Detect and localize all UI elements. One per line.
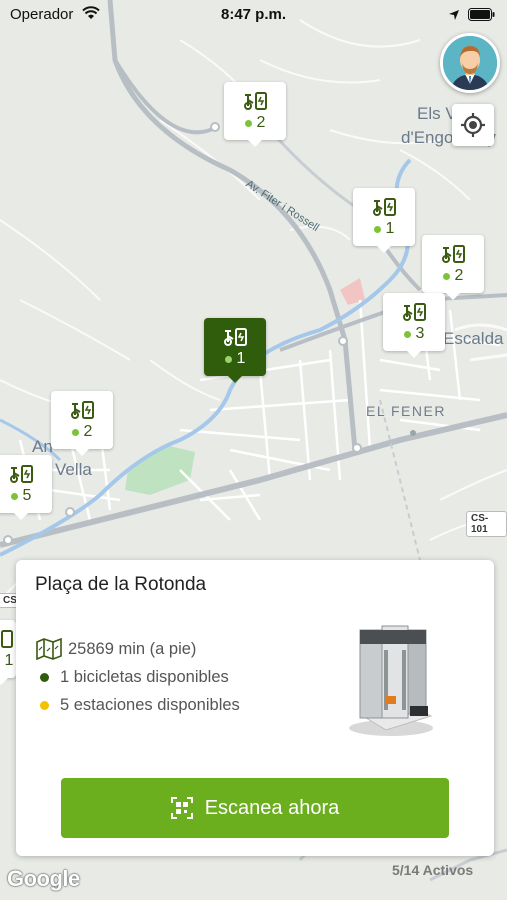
bike-station-icon	[10, 465, 33, 483]
road-shield-cs101: CS-101	[466, 511, 507, 537]
stations-status-dot	[40, 701, 49, 710]
bikes-status-dot	[40, 673, 49, 682]
marker-count: 3	[415, 325, 425, 342]
bikes-available-text: 1 bicicletas disponibles	[60, 668, 229, 686]
map-label-els-valls: Els V	[417, 104, 457, 123]
station-marker[interactable]: 1	[0, 620, 16, 685]
distance-row: 25869 min (a pie)	[36, 638, 197, 660]
status-time: 8:47 p.m.	[220, 6, 287, 23]
marker-count: 2	[83, 423, 93, 440]
distance-text: 25869 min (a pie)	[68, 639, 197, 658]
google-logo: Google	[7, 866, 80, 891]
active-count: 5/14 Activos	[392, 862, 474, 878]
location-arrow-icon	[449, 9, 459, 20]
bike-station-icon	[224, 328, 247, 346]
station-marker[interactable]: 5	[0, 455, 52, 520]
stations-row: 5 estaciones disponibles	[38, 696, 240, 715]
map-icon	[36, 638, 62, 660]
bikes-row: 1 bicicletas disponibles	[38, 668, 229, 687]
map-label-escaldes: Escalda	[443, 329, 504, 348]
marker-count: 1	[4, 652, 14, 669]
station-marker[interactable]: 2	[422, 235, 484, 300]
station-marker-selected[interactable]: 1	[204, 318, 266, 383]
bike-station-icon	[244, 92, 267, 110]
bike-station-icon	[1, 630, 13, 648]
user-avatar-icon	[443, 36, 497, 90]
station-card: Plaça de la Rotonda 25869 min (a pie) 1 …	[16, 560, 494, 856]
marker-count: 1	[385, 220, 395, 237]
bike-station-icon	[442, 245, 465, 263]
bike-station-icon	[71, 401, 94, 419]
qr-scan-icon	[170, 797, 193, 819]
charging-station-image	[349, 625, 433, 736]
avatar[interactable]	[440, 33, 500, 93]
station-marker[interactable]: 1	[353, 188, 415, 253]
marker-count: 1	[236, 350, 246, 367]
marker-count: 2	[454, 267, 464, 284]
map-label-andorra: An	[32, 437, 53, 456]
status-bar: Operador 8:47 p.m.	[0, 0, 507, 30]
station-name: Plaça de la Rotonda	[35, 574, 207, 595]
locate-me-button[interactable]	[452, 104, 494, 146]
scan-now-button[interactable]: Escanea ahora	[61, 778, 449, 838]
bike-station-icon	[373, 198, 396, 216]
station-marker[interactable]: 2	[51, 391, 113, 456]
marker-count: 2	[256, 114, 266, 131]
stations-available-text: 5 estaciones disponibles	[60, 696, 240, 714]
locate-icon	[461, 113, 485, 137]
bike-station-icon	[403, 303, 426, 321]
scan-now-label: Escanea ahora	[204, 796, 340, 819]
station-marker[interactable]: 2	[224, 82, 286, 147]
station-marker[interactable]: 3	[383, 293, 445, 358]
battery-icon	[468, 8, 495, 21]
marker-count: 5	[22, 487, 32, 504]
map-label-el-fener: EL FENER	[366, 403, 446, 419]
map-label-vella: Vella	[55, 460, 92, 479]
